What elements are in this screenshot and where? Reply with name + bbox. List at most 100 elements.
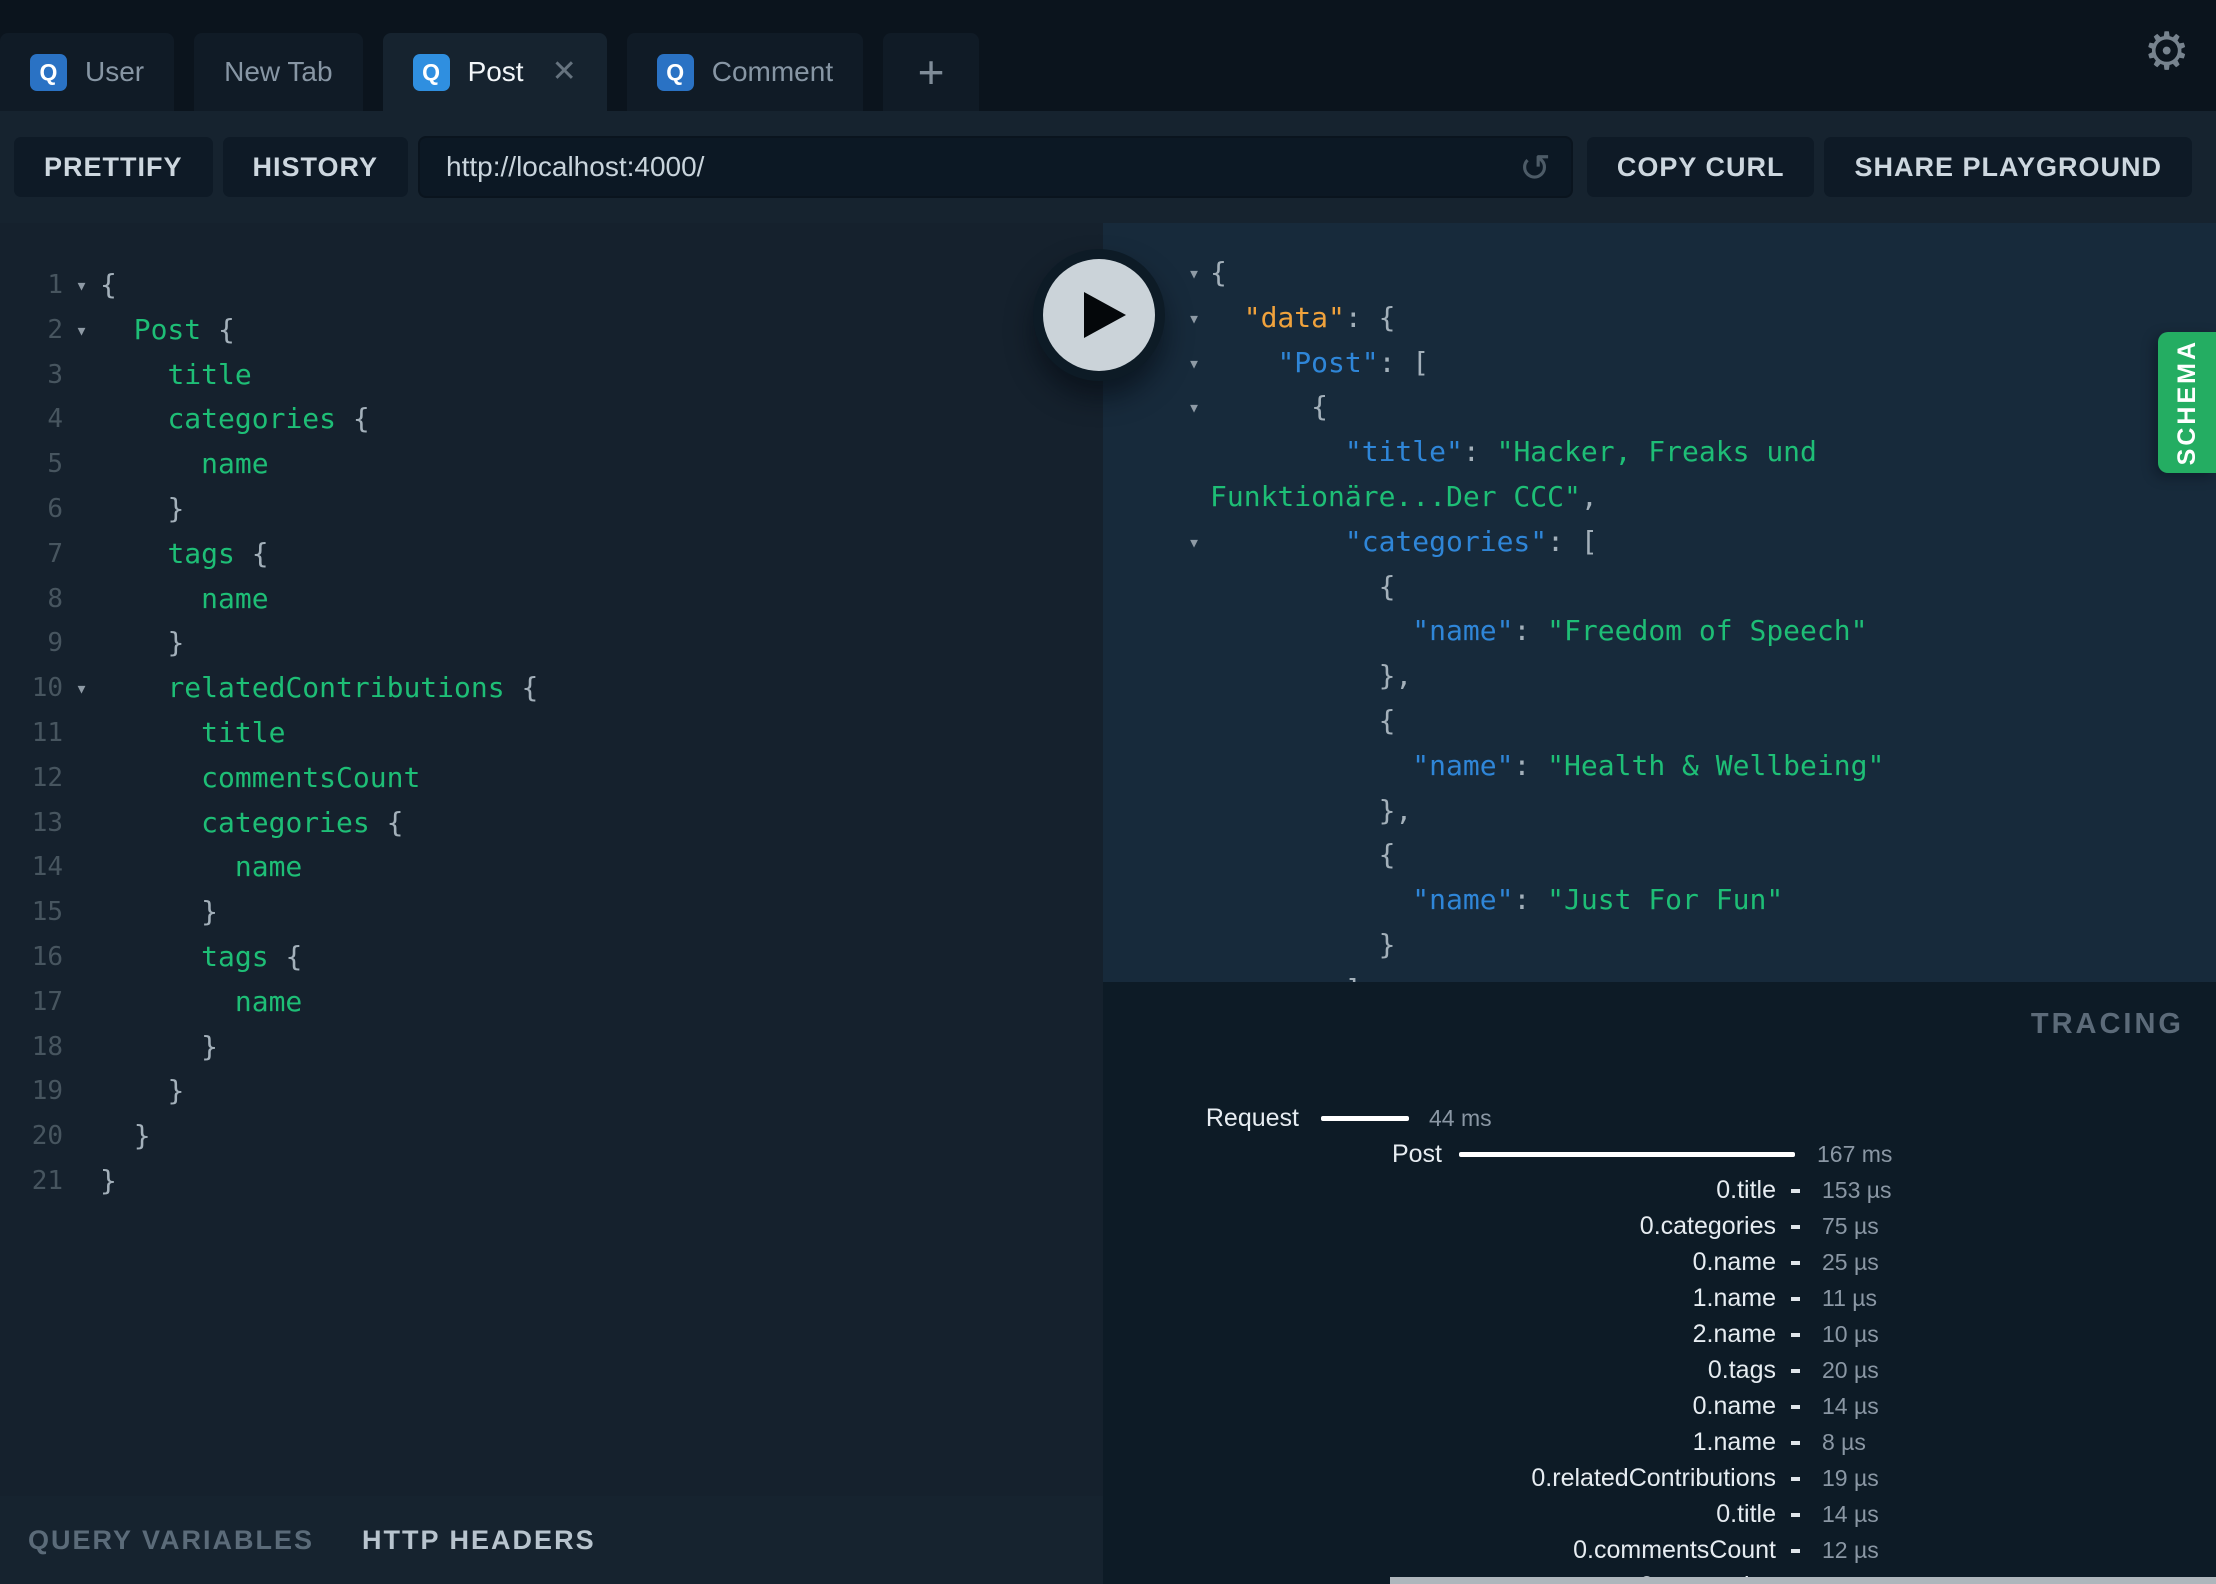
tracing-tick-mark bbox=[1791, 1189, 1800, 1193]
tab-new-tab[interactable]: New Tab bbox=[194, 33, 363, 111]
tracing-row-time: 75 µs bbox=[1822, 1213, 1879, 1239]
play-button-circle bbox=[1043, 259, 1155, 371]
query-badge-icon: Q bbox=[30, 53, 67, 91]
line-number: 7 bbox=[47, 538, 63, 569]
line-number: 9 bbox=[47, 628, 63, 659]
code-text: tags { bbox=[167, 536, 269, 570]
execute-query-button[interactable] bbox=[1033, 249, 1165, 381]
line-number: 12 bbox=[31, 762, 63, 793]
tracing-title: TRACING bbox=[2030, 1008, 2184, 1040]
fold-gutter bbox=[63, 711, 100, 756]
line-number: 17 bbox=[31, 986, 63, 1017]
editor-line: 13 categories { bbox=[0, 801, 1103, 846]
code-text: } bbox=[167, 491, 185, 525]
http-headers-tab[interactable]: HTTP HEADERS bbox=[362, 1525, 596, 1556]
code-text: categories { bbox=[167, 402, 370, 436]
editor-line: 20 } bbox=[0, 1114, 1103, 1159]
fold-gutter bbox=[63, 487, 100, 532]
tracing-row-label: 0.name bbox=[1692, 1392, 1776, 1420]
close-tab-icon[interactable]: ✕ bbox=[552, 57, 577, 87]
fold-arrow-icon[interactable]: ▾ bbox=[63, 263, 100, 308]
tracing-tick-mark bbox=[1791, 1261, 1800, 1265]
reload-schema-icon[interactable]: ↺ bbox=[1519, 146, 1551, 191]
tracing-row-time: 153 µs bbox=[1822, 1177, 1892, 1203]
copy-curl-button[interactable]: COPY CURL bbox=[1586, 137, 1815, 197]
tracing-row: 0.title 153 µs bbox=[1103, 1172, 2216, 1208]
code-text: title bbox=[201, 715, 286, 749]
line-number: 1 bbox=[47, 270, 63, 300]
tab-post[interactable]: Q Post ✕ bbox=[382, 33, 607, 111]
editor-line: 21} bbox=[0, 1159, 1103, 1204]
fold-arrow-icon[interactable]: ▾ bbox=[63, 308, 100, 353]
editor-line: 7 tags { bbox=[0, 532, 1103, 577]
tracing-row-time: 25 µs bbox=[1822, 1249, 1879, 1275]
fold-arrow-icon[interactable]: ▾ bbox=[1188, 251, 1200, 296]
fold-arrow-icon[interactable]: ▾ bbox=[1188, 385, 1200, 430]
fold-arrow-icon[interactable]: ▾ bbox=[1188, 520, 1200, 565]
response-line: "name": "Health & Wellbeing" bbox=[1412, 748, 1885, 782]
tracing-row: 1.name 11 µs bbox=[1103, 1280, 2216, 1316]
tab-comment[interactable]: Q Comment bbox=[626, 33, 864, 111]
tracing-row: 0.commentsCount 12 µs bbox=[1103, 1532, 2216, 1568]
endpoint-url-value: http://localhost:4000/ bbox=[446, 151, 705, 182]
tracing-tick-mark bbox=[1791, 1549, 1800, 1553]
code-text: Post { bbox=[133, 312, 235, 346]
schema-tab[interactable]: SCHEMA bbox=[2158, 332, 2216, 473]
tracing-row-time: 14 µs bbox=[1822, 1501, 1879, 1527]
new-tab-button[interactable]: + bbox=[883, 33, 980, 111]
editor-line: 8 name bbox=[0, 577, 1103, 622]
share-playground-button[interactable]: SHARE PLAYGROUND bbox=[1824, 137, 2192, 197]
fold-gutter bbox=[63, 890, 100, 935]
fold-gutter bbox=[63, 353, 100, 398]
tracing-panel: TRACING Request 44 ms Post 167 ms 0.title 153… bbox=[1103, 982, 2216, 1584]
tracing-tick-mark bbox=[1791, 1333, 1800, 1337]
tab-user[interactable]: Q User bbox=[0, 33, 175, 111]
fold-arrow-icon[interactable]: ▾ bbox=[1188, 296, 1200, 341]
horizontal-scrollbar[interactable] bbox=[1390, 1577, 2216, 1584]
tracing-tick-mark bbox=[1791, 1369, 1800, 1373]
prettify-button[interactable]: PRETTIFY bbox=[14, 137, 213, 197]
response-line: ▾ "categories": [ bbox=[1103, 520, 2216, 565]
code-text: name bbox=[234, 850, 303, 884]
response-line: ▾ "Post": [ bbox=[1103, 341, 2216, 386]
schema-tab-label: SCHEMA bbox=[2172, 339, 2201, 466]
line-number: 8 bbox=[47, 583, 63, 614]
right-pane: ▾{▾ "data": {▾ "Post": [▾ { "title": "Ha… bbox=[1103, 223, 2216, 1584]
settings-gear-icon[interactable]: ⚙ bbox=[2143, 26, 2190, 78]
line-number: 11 bbox=[31, 717, 63, 748]
fold-gutter bbox=[63, 621, 100, 666]
editor-line: 12 commentsCount bbox=[0, 756, 1103, 801]
fold-gutter bbox=[63, 1069, 100, 1114]
tracing-row-time: 167 ms bbox=[1817, 1141, 1893, 1167]
fold-gutter bbox=[63, 1025, 100, 1070]
line-number: 2 bbox=[47, 314, 63, 345]
endpoint-url-input[interactable]: http://localhost:4000/ ↺ bbox=[418, 136, 1573, 198]
query-variables-tab[interactable]: QUERY VARIABLES bbox=[28, 1525, 314, 1556]
code-text: } bbox=[133, 1119, 151, 1153]
tracing-tick-mark bbox=[1791, 1225, 1800, 1229]
response-line: { bbox=[1378, 569, 1396, 603]
history-button[interactable]: HISTORY bbox=[222, 137, 409, 197]
fold-gutter bbox=[63, 1159, 100, 1204]
tab-label: Comment bbox=[711, 56, 834, 87]
response-line: }, bbox=[1378, 793, 1413, 827]
tracing-row: 0.name 14 µs bbox=[1103, 1388, 2216, 1424]
fold-arrow-icon[interactable]: ▾ bbox=[63, 666, 100, 711]
tab-label: User bbox=[85, 56, 145, 87]
fold-arrow-icon[interactable]: ▾ bbox=[1188, 341, 1200, 386]
tracing-row-label: 1.name bbox=[1692, 1284, 1776, 1312]
tracing-row-time: 8 µs bbox=[1822, 1429, 1866, 1455]
editor-footer: QUERY VARIABLES HTTP HEADERS bbox=[0, 1496, 1103, 1584]
response-line: ▾{ bbox=[1103, 251, 2216, 296]
line-number: 5 bbox=[47, 449, 63, 480]
code-text: title bbox=[167, 357, 252, 391]
left-pane: 1 ▾{2 ▾ Post {3 title 4 categories {5 name 6… bbox=[0, 223, 1103, 1584]
line-number: 16 bbox=[31, 941, 63, 972]
tracing-row-time: 14 µs bbox=[1822, 1393, 1879, 1419]
tracing-row-label: 0.relatedContributions bbox=[1531, 1464, 1776, 1492]
editor-line: 4 categories { bbox=[0, 397, 1103, 442]
query-editor[interactable]: 1 ▾{2 ▾ Post {3 title 4 categories {5 name 6… bbox=[0, 223, 1103, 1496]
response-line: { bbox=[1378, 838, 1396, 872]
code-text: name bbox=[201, 447, 269, 481]
code-text: tags { bbox=[201, 939, 303, 973]
